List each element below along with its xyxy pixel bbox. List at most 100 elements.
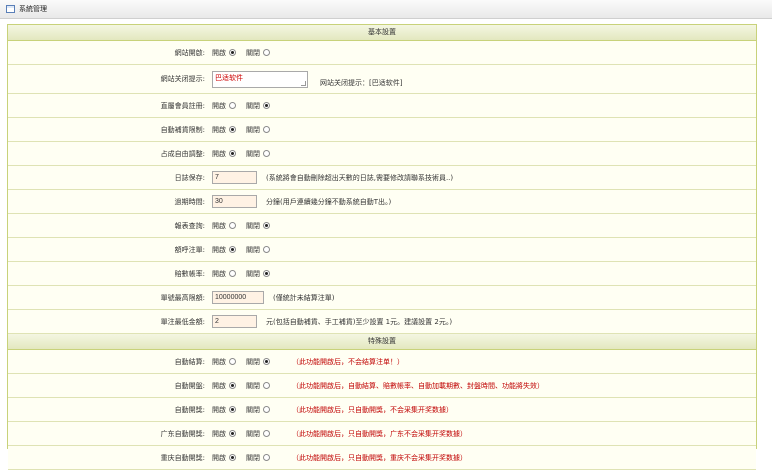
radio-icon — [263, 270, 270, 277]
radio-icon — [263, 382, 270, 389]
setting-row-min-bet: 單注最低金額: 元(包括自動補貨、手工補貨)至少設置 1元。建議設置 2元。) — [8, 310, 756, 334]
radio-icon — [229, 358, 236, 365]
setting-label: 直屬會員註冊: — [160, 101, 205, 110]
radio-option-label: 關閉 — [246, 221, 260, 230]
radio-option-label: 開啟 — [212, 48, 226, 57]
max-limit-hint: (僅統計未結算注單) — [273, 293, 335, 302]
radio-icon — [229, 222, 236, 229]
setting-label: 賠數帳率: — [174, 269, 205, 278]
radio-icon — [229, 270, 236, 277]
radio-icon — [229, 126, 236, 133]
radio-report-query-on[interactable]: 開啟 — [212, 221, 236, 231]
radio-odds-rate-on[interactable]: 開啟 — [212, 269, 236, 279]
radio-option-label: 關閉 — [246, 149, 260, 158]
min-bet-input[interactable] — [212, 315, 257, 328]
min-bet-hint: 元(包括自動補貨、手工補貨)至少設置 1元。建議設置 2元。) — [266, 317, 453, 326]
radio-site-open-on[interactable]: 開啟 — [212, 48, 236, 58]
radio-auto-settle-on[interactable]: 開啟 — [212, 357, 236, 367]
setting-row-expiry-time: 過期時間: 分鐘(用戶連續幾分鐘不動系統自動T出。) — [8, 190, 756, 214]
expiry-time-hint: 分鐘(用戶連續幾分鐘不動系統自動T出。) — [266, 197, 392, 206]
radio-option-label: 開啟 — [212, 453, 226, 462]
expiry-time-input[interactable] — [212, 195, 257, 208]
setting-label: 過期時間: — [174, 197, 205, 206]
radio-member-register-off[interactable]: 關閉 — [246, 101, 270, 111]
setting-row-odds-rate: 賠數帳率: 開啟 關閉 — [8, 262, 756, 286]
setting-label: 自動結算: — [174, 357, 205, 366]
radio-icon — [229, 406, 236, 413]
setting-row-chongqing-auto-draw: 重庆自動開獎: 開啟 關閉 （此功能開啟后，只自動開獎，重庆不会采集开奖数據） — [8, 446, 756, 470]
chongqing-auto-draw-note: （此功能開啟后，只自動開獎，重庆不会采集开奖数據） — [292, 453, 467, 462]
radio-icon — [263, 222, 270, 229]
radio-option-label: 開啟 — [212, 269, 226, 278]
radio-auto-replenish-off[interactable]: 關閉 — [246, 125, 270, 135]
radio-report-query-off[interactable]: 關閉 — [246, 221, 270, 231]
max-limit-input[interactable] — [212, 291, 264, 304]
radio-option-label: 關閉 — [246, 101, 260, 110]
setting-row-member-register: 直屬會員註冊: 開啟 關閉 — [8, 94, 756, 118]
auto-open-market-note: （此功能開啟后，自動結算、賠數帳率、自動加載期數、封盤時間、功能將失效） — [292, 381, 544, 390]
radio-option-label: 開啟 — [212, 101, 226, 110]
radio-option-label: 關閉 — [246, 125, 260, 134]
setting-row-call-bets: 額呼注單: 開啟 關閉 — [8, 238, 756, 262]
radio-icon — [229, 150, 236, 157]
setting-row-site-open: 網站開啟: 開啟 關閉 — [8, 41, 756, 65]
radio-icon — [263, 430, 270, 437]
radio-icon — [263, 406, 270, 413]
radio-icon — [263, 246, 270, 253]
radio-auto-settle-off[interactable]: 關閉 — [246, 357, 270, 367]
log-retention-hint: (系統將會自動刪除超出天數的日誌,需要修改請聯系技術員..) — [266, 173, 454, 182]
setting-label: 報表查詢: — [174, 221, 205, 230]
radio-share-adjust-off[interactable]: 關閉 — [246, 149, 270, 159]
setting-row-auto-replenish: 自動補貨限制: 開啟 關閉 — [8, 118, 756, 142]
radio-option-label: 開啟 — [212, 125, 226, 134]
radio-icon — [263, 358, 270, 365]
window-title: 系統管理 — [19, 5, 47, 13]
radio-member-register-on[interactable]: 開啟 — [212, 101, 236, 111]
radio-chongqing-auto-draw-off[interactable]: 關閉 — [246, 453, 270, 463]
radio-icon — [229, 49, 236, 56]
radio-option-label: 開啟 — [212, 381, 226, 390]
radio-odds-rate-off[interactable]: 關閉 — [246, 269, 270, 279]
radio-option-label: 關閉 — [246, 429, 260, 438]
radio-option-label: 開啟 — [212, 357, 226, 366]
radio-auto-open-market-on[interactable]: 開啟 — [212, 381, 236, 391]
setting-label: 自動開獎: — [174, 405, 205, 414]
close-message-current: 网站关闭提示：[巴适软件] — [320, 79, 403, 87]
radio-chongqing-auto-draw-on[interactable]: 開啟 — [212, 453, 236, 463]
radio-option-label: 開啟 — [212, 429, 226, 438]
radio-option-label: 開啟 — [212, 405, 226, 414]
radio-auto-draw-off[interactable]: 關閉 — [246, 405, 270, 415]
setting-row-auto-draw: 自動開獎: 開啟 關閉 （此功能開啟后，只自動開獎，不会采集开奖数據） — [8, 398, 756, 422]
radio-guangdong-auto-draw-on[interactable]: 開啟 — [212, 429, 236, 439]
setting-label: 自動補貨限制: — [160, 125, 205, 134]
setting-label: 广东自動開獎: — [160, 429, 205, 438]
section-header-special: 特殊設置 — [8, 334, 756, 350]
guangdong-auto-draw-note: （此功能開啟后，只自動開獎，广东不会采集开奖数據） — [292, 429, 467, 438]
radio-call-bets-on[interactable]: 開啟 — [212, 245, 236, 255]
radio-option-label: 關閉 — [246, 405, 260, 414]
radio-icon — [263, 150, 270, 157]
window-icon — [6, 5, 15, 13]
radio-option-label: 開啟 — [212, 149, 226, 158]
setting-label: 重庆自動開獎: — [160, 453, 205, 462]
radio-option-label: 開啟 — [212, 245, 226, 254]
close-message-textarea[interactable]: 巴适软件 — [212, 70, 308, 88]
setting-label: 單注最低金額: — [160, 317, 205, 326]
radio-guangdong-auto-draw-off[interactable]: 關閉 — [246, 429, 270, 439]
radio-icon — [229, 382, 236, 389]
resize-grip-icon[interactable] — [301, 80, 306, 86]
radio-option-label: 關閉 — [246, 48, 260, 57]
radio-option-label: 開啟 — [212, 221, 226, 230]
radio-auto-open-market-off[interactable]: 關閉 — [246, 381, 270, 391]
radio-auto-draw-on[interactable]: 開啟 — [212, 405, 236, 415]
log-retention-input[interactable] — [212, 171, 257, 184]
radio-call-bets-off[interactable]: 關閉 — [246, 245, 270, 255]
radio-option-label: 關閉 — [246, 269, 260, 278]
radio-site-open-off[interactable]: 關閉 — [246, 48, 270, 58]
settings-panel: 基本設置 網站開啟: 開啟 關閉 網站关闭提示: 巴适软件 网站关闭提示：[巴适… — [7, 24, 757, 470]
setting-row-max-limit: 單號最高限額: (僅統計未結算注單) — [8, 286, 756, 310]
radio-auto-replenish-on[interactable]: 開啟 — [212, 125, 236, 135]
radio-share-adjust-on[interactable]: 開啟 — [212, 149, 236, 159]
setting-label: 額呼注單: — [174, 245, 205, 254]
radio-icon — [229, 454, 236, 461]
